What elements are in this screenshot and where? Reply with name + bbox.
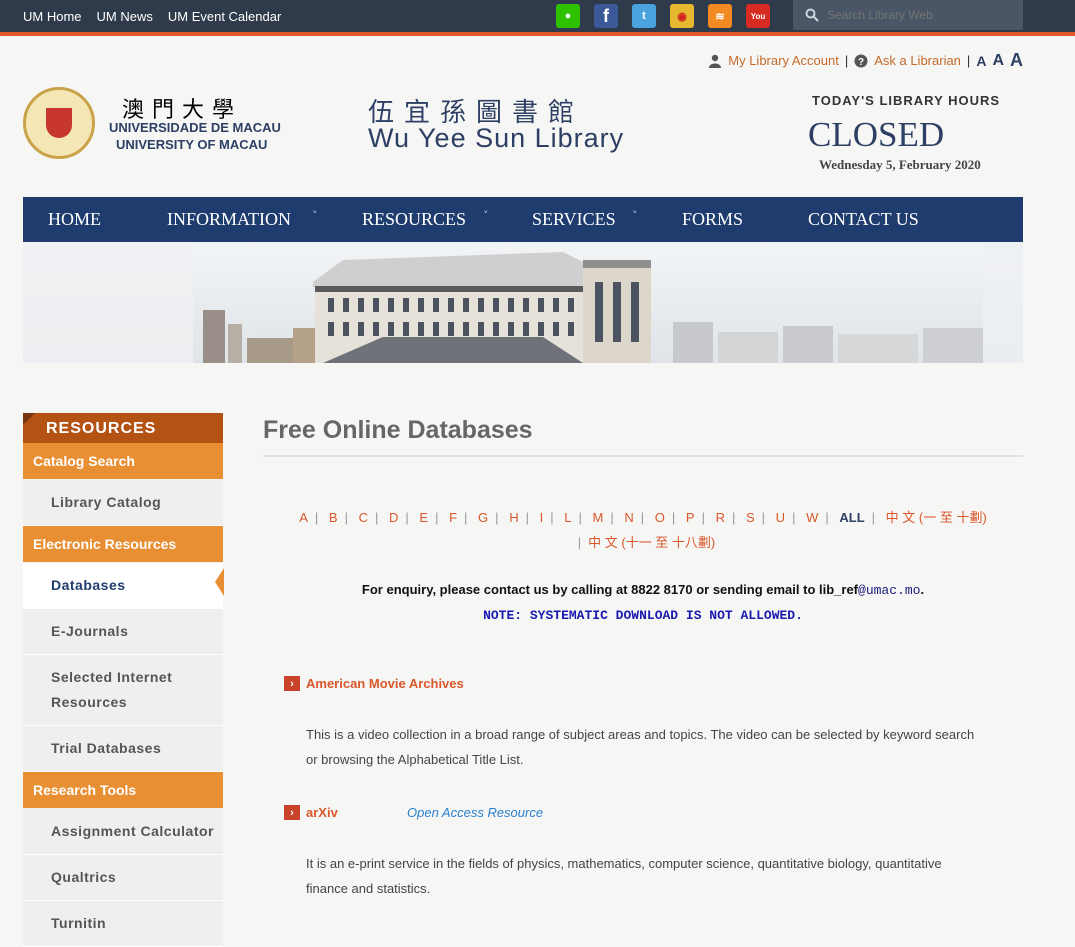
page-title: Free Online Databases xyxy=(263,416,533,444)
library-hours-date: Wednesday 5, February 2020 xyxy=(819,157,981,172)
database-description: This is a video collection in a broad ra… xyxy=(306,727,975,767)
chevron-right-icon: › xyxy=(284,805,300,820)
nav-home[interactable]: HOME xyxy=(48,209,101,230)
filter-all-current[interactable]: ALL xyxy=(839,510,864,525)
separator: | xyxy=(966,53,971,68)
sidebar-item-trial-databases[interactable]: Trial Databases xyxy=(23,726,223,772)
rss-icon[interactable]: ≋ xyxy=(708,4,732,28)
sidebar-heading: RESOURCES xyxy=(23,413,223,443)
user-icon xyxy=(709,54,722,68)
chevron-down-icon: ˅ xyxy=(632,209,638,222)
enquiry-text: For enquiry, please contact us by callin… xyxy=(361,582,859,597)
resources-sidebar: RESOURCES Catalog Search Library Catalog… xyxy=(23,413,224,947)
library-hours-status: CLOSED xyxy=(808,115,945,154)
enquiry-notice: For enquiry, please contact us by callin… xyxy=(263,582,1023,598)
nav-contact-us[interactable]: CONTACT US xyxy=(808,209,919,230)
filter-letter-i[interactable]: I xyxy=(540,510,544,525)
top-bar: UM Home UM News UM Event Calendar ● f t … xyxy=(0,0,1075,32)
filter-letter-l[interactable]: L xyxy=(564,510,571,525)
filter-letter-s[interactable]: S xyxy=(746,510,755,525)
um-english-name: UNIVERSITY OF MACAU xyxy=(116,137,268,152)
chevron-right-icon: › xyxy=(284,676,300,691)
youtube-icon[interactable]: You xyxy=(746,4,770,28)
sidebar-item-selected-internet-resources[interactable]: Selected Internet Resources xyxy=(23,655,223,726)
library-hours-title: TODAY'S LIBRARY HOURS xyxy=(812,93,1001,108)
library-english-name[interactable]: Wu Yee Sun Library xyxy=(368,123,624,154)
sidebar-item-databases[interactable]: Databases xyxy=(23,563,224,609)
database-link[interactable]: arXiv xyxy=(306,805,338,820)
filter-chinese-11-18[interactable]: 中 文 (十一 至 十八劃) xyxy=(588,535,715,550)
sidebar-item-library-catalog[interactable]: Library Catalog xyxy=(23,480,223,526)
filter-letter-e[interactable]: E xyxy=(419,510,428,525)
account-bar: My Library Account | ? Ask a Librarian |… xyxy=(708,50,1023,71)
filter-letter-f[interactable]: F xyxy=(449,510,457,525)
database-description: It is an e-print service in the fields o… xyxy=(306,856,942,896)
question-icon: ? xyxy=(854,54,868,68)
library-banner-image xyxy=(23,242,1023,363)
enquiry-end: . xyxy=(920,582,925,597)
sidebar-item-assignment-calculator[interactable]: Assignment Calculator xyxy=(23,809,223,855)
facebook-icon[interactable]: f xyxy=(594,4,618,28)
um-news-link[interactable]: UM News xyxy=(97,9,153,24)
filter-letter-g[interactable]: G xyxy=(478,510,488,525)
wechat-icon[interactable]: ● xyxy=(556,4,580,28)
filter-chinese-1-10[interactable]: 中 文 (一 至 十劃) xyxy=(886,510,987,525)
filter-letter-b[interactable]: B xyxy=(329,510,338,525)
sidebar-item-turnitin[interactable]: Turnitin xyxy=(23,901,223,947)
enquiry-email-domain[interactable]: @umac.mo xyxy=(858,583,920,598)
title-divider xyxy=(263,455,1023,457)
my-library-account-link[interactable]: My Library Account xyxy=(728,53,839,68)
filter-letter-u[interactable]: U xyxy=(776,510,785,525)
filter-letter-o[interactable]: O xyxy=(655,510,665,525)
separator: | xyxy=(844,53,849,68)
filter-letter-d[interactable]: D xyxy=(389,510,398,525)
nav-information[interactable]: INFORMATION xyxy=(167,209,291,230)
alphabet-filter: A | B | C | D | E | F | G | H | I | L | M | N | O | P… xyxy=(299,510,987,550)
database-item: › arXiv xyxy=(284,805,338,820)
sidebar-section-electronic-resources[interactable]: Electronic Resources xyxy=(23,526,223,563)
filter-letter-p[interactable]: P xyxy=(686,510,695,525)
font-size-small-button[interactable]: A xyxy=(976,53,986,69)
main-nav: HOME INFORMATION ˅ RESOURCES ˅ SERVICES … xyxy=(23,197,1023,242)
sidebar-item-qualtrics[interactable]: Qualtrics xyxy=(23,855,223,901)
twitter-icon[interactable]: t xyxy=(632,4,656,28)
top-accent-line xyxy=(0,32,1075,36)
database-link[interactable]: American Movie Archives xyxy=(306,676,464,691)
filter-letter-r[interactable]: R xyxy=(716,510,725,525)
filter-letter-c[interactable]: C xyxy=(359,510,368,525)
nav-resources[interactable]: RESOURCES xyxy=(362,209,466,230)
search-box xyxy=(793,0,1023,30)
weibo-icon[interactable]: ◉ xyxy=(670,4,694,28)
open-access-badge: Open Access Resource xyxy=(407,805,544,820)
um-seal-logo[interactable] xyxy=(23,87,95,159)
font-size-large-button[interactable]: A xyxy=(1010,50,1023,71)
filter-letter-h[interactable]: H xyxy=(509,510,518,525)
sidebar-section-catalog-search[interactable]: Catalog Search xyxy=(23,443,223,480)
filter-letter-n[interactable]: N xyxy=(624,510,633,525)
um-event-calendar-link[interactable]: UM Event Calendar xyxy=(168,9,281,24)
nav-services[interactable]: SERVICES xyxy=(532,209,616,230)
sidebar-section-research-tools[interactable]: Research Tools xyxy=(23,772,223,809)
chevron-down-icon: ˅ xyxy=(483,209,489,222)
filter-letter-m[interactable]: M xyxy=(592,510,603,525)
social-icons: ● f t ◉ ≋ You xyxy=(556,4,770,28)
top-links: UM Home UM News UM Event Calendar xyxy=(23,9,281,24)
search-icon[interactable] xyxy=(805,8,819,22)
um-portuguese-name: UNIVERSIDADE DE MACAU xyxy=(109,120,281,135)
sidebar-item-e-journals[interactable]: E-Journals xyxy=(23,609,223,655)
search-input[interactable] xyxy=(825,7,1019,23)
ask-librarian-link[interactable]: Ask a Librarian xyxy=(874,53,961,68)
font-size-medium-button[interactable]: A xyxy=(992,52,1004,70)
filter-letter-a[interactable]: A xyxy=(299,510,308,525)
filter-letter-w[interactable]: W xyxy=(806,510,818,525)
nav-forms[interactable]: FORMS xyxy=(682,209,743,230)
chevron-down-icon: ˅ xyxy=(312,209,318,222)
svg-text:?: ? xyxy=(858,57,864,68)
download-warning: NOTE: SYSTEMATIC DOWNLOAD IS NOT ALLOWED… xyxy=(483,608,803,623)
um-home-link[interactable]: UM Home xyxy=(23,9,82,24)
database-item: › American Movie Archives xyxy=(284,676,464,691)
